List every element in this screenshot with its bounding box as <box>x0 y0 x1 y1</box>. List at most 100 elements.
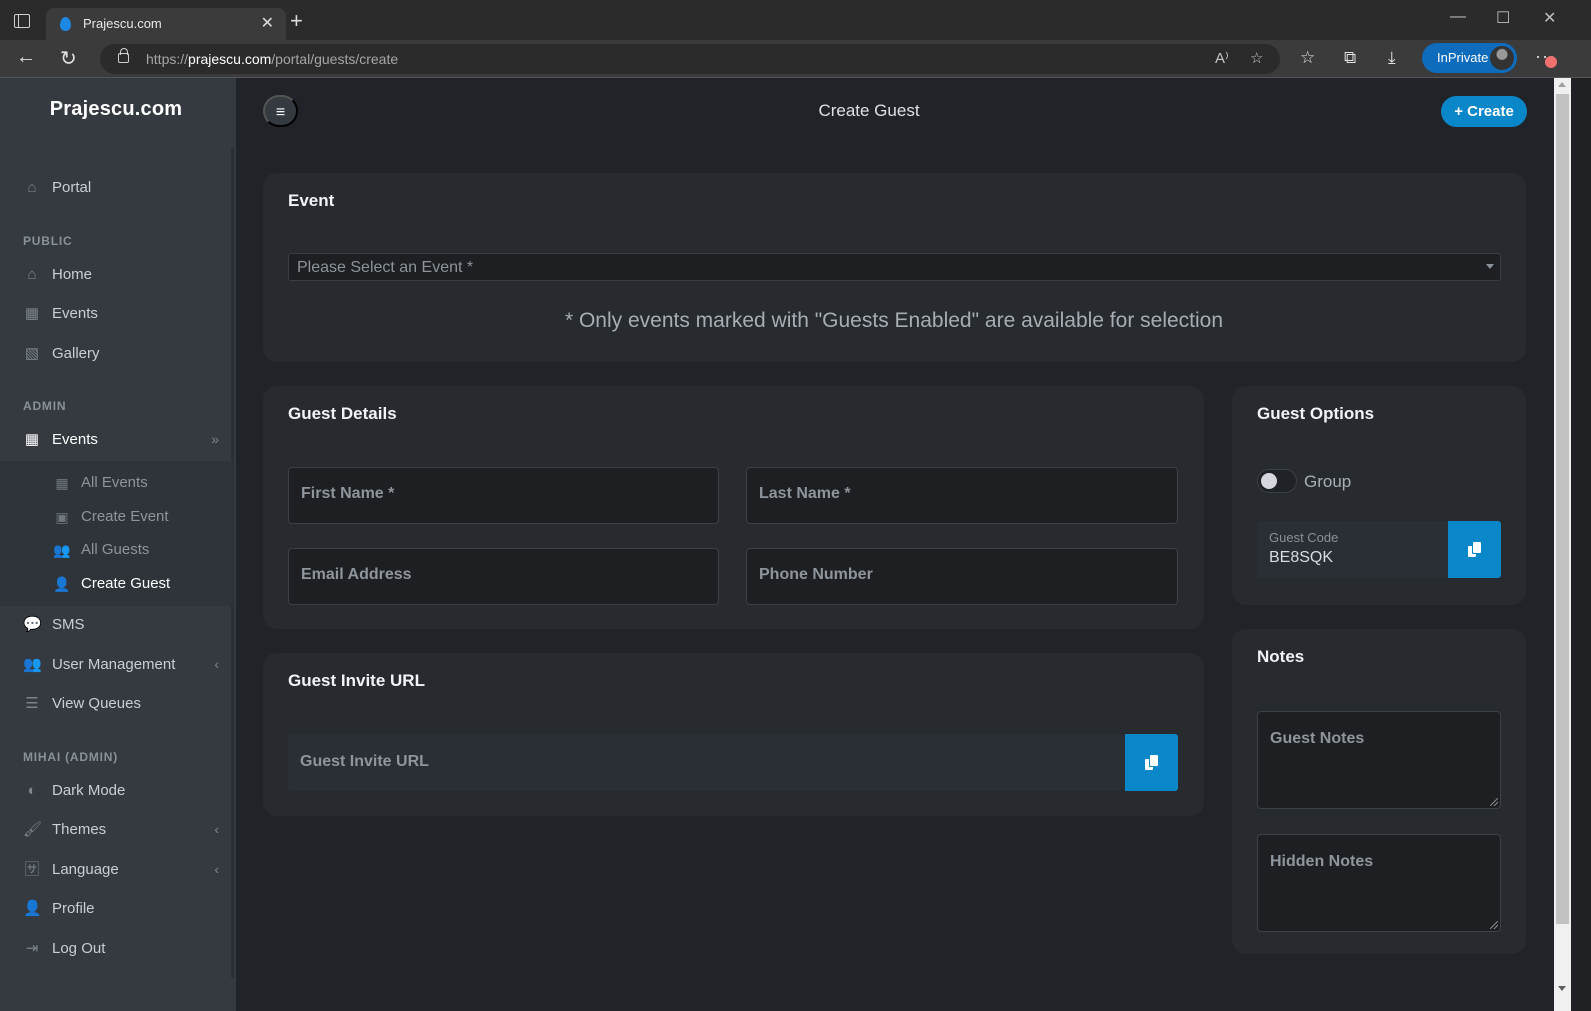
guest-code-value: BE8SQK <box>1269 549 1334 566</box>
calendar-icon: ▦ <box>24 431 40 448</box>
sidebar-item-label: SMS <box>52 616 85 633</box>
resize-grip-icon[interactable] <box>1490 921 1498 929</box>
sidebar-item-sms[interactable]: 💬 SMS <box>0 606 233 644</box>
minimize-button[interactable]: — <box>1450 8 1466 26</box>
email-placeholder: Email Address <box>301 566 412 583</box>
sidebar-item-events-public[interactable]: ▦ Events <box>0 295 233 333</box>
phone-field[interactable]: Phone Number <box>746 548 1178 605</box>
tab-title: Prajescu.com <box>83 16 162 31</box>
refresh-button[interactable]: ↻ <box>60 46 77 71</box>
tab-actions-icon[interactable] <box>14 14 30 28</box>
scroll-up-icon[interactable] <box>1558 82 1566 87</box>
chevron-double-down-icon: » <box>211 431 219 447</box>
resize-grip-icon[interactable] <box>1490 798 1498 806</box>
chevron-left-icon: ‹ <box>214 656 219 672</box>
list-icon: ☰ <box>25 695 39 712</box>
chevron-left-icon: ‹ <box>214 821 219 837</box>
tab-close-icon[interactable]: ✕ <box>261 13 274 33</box>
copy-icon <box>1144 754 1159 771</box>
user-group-icon: 👥 <box>23 656 42 673</box>
user-tie-icon: 👤 <box>53 576 71 592</box>
sidebar-item-label: Language <box>52 861 119 878</box>
users-icon: 👥 <box>53 542 71 558</box>
sidebar-item-language[interactable]: 🈂 Language ‹ <box>0 851 233 889</box>
sidebar-item-home[interactable]: ⌂ Home <box>0 256 233 294</box>
sidebar-item-themes[interactable]: 🖌 Themes ‹ <box>0 811 233 849</box>
sidebar-item-all-guests[interactable]: 👥 All Guests <box>0 535 233 565</box>
sidebar-item-portal[interactable]: ⌂ Portal <box>0 169 233 207</box>
hidden-notes-textarea[interactable]: Hidden Notes <box>1257 834 1501 932</box>
sidebar-item-user-management[interactable]: 👥 User Management ‹ <box>0 646 233 684</box>
sidebar-item-label: Create Event <box>81 508 169 525</box>
guest-invite-url-input[interactable]: Guest Invite URL <box>288 734 1178 791</box>
copy-invite-url-button[interactable] <box>1125 734 1178 791</box>
guest-code-field[interactable]: Guest Code BE8SQK <box>1257 521 1448 578</box>
sidebar-item-label: Gallery <box>52 345 100 362</box>
maximize-button[interactable]: ☐ <box>1496 8 1510 28</box>
email-field[interactable]: Email Address <box>288 548 719 605</box>
last-name-field[interactable]: Last Name * <box>746 467 1178 524</box>
copy-guest-code-button[interactable] <box>1448 521 1501 578</box>
first-name-field[interactable]: First Name * <box>288 467 719 524</box>
lock-icon[interactable] <box>118 48 129 63</box>
sidebar-item-dark-mode[interactable]: ◐ Dark Mode <box>0 772 233 810</box>
guest-invite-placeholder: Guest Invite URL <box>300 753 429 770</box>
calendar-plus-icon: ▣ <box>55 509 69 525</box>
circle-half-icon: ◐ <box>27 782 37 799</box>
create-button[interactable]: + Create <box>1441 96 1527 127</box>
group-toggle-label: Group <box>1304 472 1352 491</box>
sidebar-item-create-event[interactable]: ▣ Create Event <box>0 502 233 532</box>
sidebar-section-admin: ADMIN <box>23 399 67 413</box>
last-name-placeholder: Last Name * <box>759 485 851 502</box>
collections-icon[interactable]: ⧉ <box>1344 48 1356 68</box>
sidebar-item-all-events[interactable]: ▦ All Events <box>0 468 233 498</box>
brand-logo[interactable]: Prajescu.com <box>0 98 232 121</box>
paint-brush-icon: 🖌 <box>23 821 43 838</box>
back-button[interactable]: ← <box>16 46 36 69</box>
profile-avatar <box>1490 46 1514 70</box>
scroll-down-icon[interactable] <box>1558 986 1566 991</box>
downloads-icon[interactable]: ⤓ <box>1388 48 1396 68</box>
sidebar-item-create-guest[interactable]: 👤 Create Guest <box>0 569 233 599</box>
event-card: Event Please Select an Event * * Only ev… <box>263 173 1526 362</box>
guest-notes-textarea[interactable]: Guest Notes <box>1257 711 1501 809</box>
sidebar-item-log-out[interactable]: ⇥ Log Out <box>0 930 233 968</box>
main-content: ≡ Create Guest + Create Event Please Sel… <box>236 78 1554 1011</box>
favorites-icon[interactable]: ☆ <box>1300 48 1315 68</box>
guest-code-label: Guest Code <box>1269 530 1339 545</box>
new-tab-button[interactable]: + <box>290 8 303 34</box>
page-scrollbar[interactable] <box>1554 78 1571 1011</box>
sidebar-item-view-queues[interactable]: ☰ View Queues <box>0 685 233 723</box>
sidebar-item-gallery[interactable]: ▧ Gallery <box>0 335 233 373</box>
sidebar-item-label: Events <box>52 431 98 448</box>
phone-placeholder: Phone Number <box>759 566 873 583</box>
guest-options-title: Guest Options <box>1257 404 1375 423</box>
images-icon: ▧ <box>24 345 40 362</box>
read-aloud-icon[interactable]: A⁾ <box>1215 49 1229 67</box>
chevron-left-icon: ‹ <box>214 861 219 877</box>
sidebar-item-profile[interactable]: 👤 Profile <box>0 890 233 928</box>
user-gear-icon: 👤 <box>23 900 42 917</box>
group-toggle[interactable] <box>1257 469 1297 493</box>
browser-titlebar: Prajescu.com ✕ + — ☐ ✕ <box>0 0 1591 40</box>
scrollbar-thumb[interactable] <box>1556 94 1569 924</box>
notes-title: Notes <box>1257 647 1305 666</box>
favicon-icon <box>60 17 71 31</box>
inprivate-button[interactable]: InPrivate <box>1422 43 1517 73</box>
home-icon: ⌂ <box>27 266 37 283</box>
first-name-placeholder: First Name * <box>301 485 395 502</box>
sidebar-section-public: PUBLIC <box>23 234 73 248</box>
add-favorite-icon[interactable]: ☆ <box>1250 49 1263 67</box>
guest-details-title: Guest Details <box>288 404 397 423</box>
sidebar-item-label: Themes <box>52 821 107 838</box>
events-submenu: ▦ All Events ▣ Create Event 👥 All Guests… <box>0 461 233 606</box>
caret-down-icon <box>1486 264 1494 269</box>
event-select[interactable]: Please Select an Event * <box>288 253 1501 281</box>
sidebar-item-label: User Management <box>52 656 176 673</box>
close-window-button[interactable]: ✕ <box>1543 8 1556 28</box>
sidebar-item-events-admin[interactable]: ▦ Events » <box>0 421 233 459</box>
sidebar-item-label: View Queues <box>52 695 141 712</box>
browser-tab[interactable]: Prajescu.com ✕ <box>46 8 286 40</box>
address-bar[interactable]: https://prajescu.com/portal/guests/creat… <box>100 44 1280 74</box>
sidebar-section-user: MIHAI (ADMIN) <box>23 750 119 764</box>
